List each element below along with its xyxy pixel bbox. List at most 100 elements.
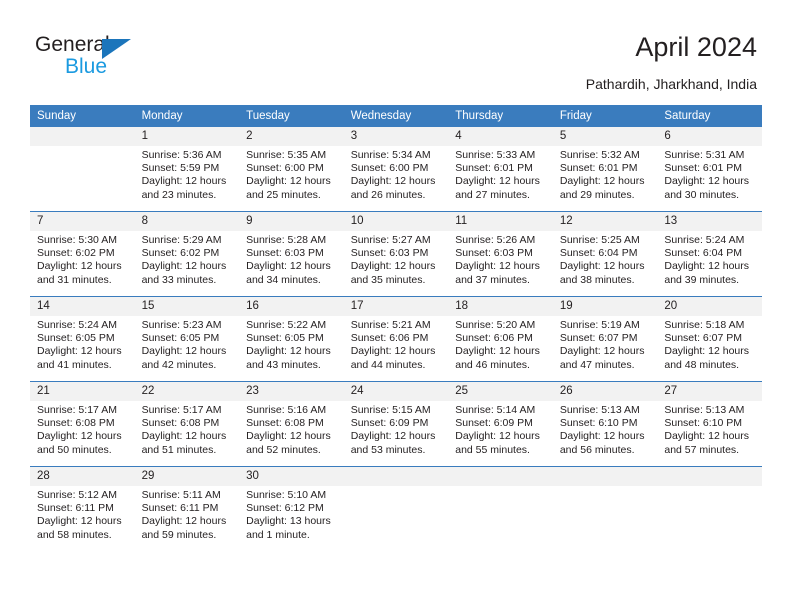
sunset-time: Sunset: 6:12 PM: [246, 502, 324, 515]
sunset-time: Sunset: 6:00 PM: [350, 162, 429, 175]
daylight-duration: Daylight: 12 hours and 48 minutes.: [664, 345, 750, 371]
page-subtitle-location: Pathardih, Jharkhand, India: [585, 76, 757, 92]
day-details: Sunrise: 5:35 AM Sunset: 6:00 PM Dayligh…: [239, 146, 344, 202]
sunrise-time: Sunrise: 5:11 AM: [141, 489, 221, 501]
day-details: Sunrise: 5:33 AM Sunset: 6:01 PM Dayligh…: [448, 146, 553, 202]
sunrise-time: Sunrise: 5:16 AM: [246, 404, 327, 416]
sunrise-time: Sunrise: 5:20 AM: [455, 319, 536, 331]
day-details: Sunrise: 5:11 AM Sunset: 6:11 PM Dayligh…: [135, 486, 240, 542]
daylight-duration: Daylight: 12 hours and 38 minutes.: [559, 260, 645, 286]
day-details: Sunrise: 5:36 AM Sunset: 5:59 PM Dayligh…: [135, 146, 240, 202]
sunset-time: Sunset: 6:01 PM: [664, 162, 743, 175]
day-details: Sunrise: 5:27 AM Sunset: 6:03 PM Dayligh…: [344, 231, 449, 287]
sunrise-time: Sunrise: 5:26 AM: [455, 234, 536, 246]
day-cell: 16 Sunrise: 5:22 AM Sunset: 6:05 PM Dayl…: [239, 296, 344, 382]
day-number: 26: [552, 382, 658, 401]
day-cell: 18 Sunrise: 5:20 AM Sunset: 6:06 PM Dayl…: [448, 296, 553, 382]
day-details: [344, 486, 449, 489]
day-cell: 15 Sunrise: 5:23 AM Sunset: 6:05 PM Dayl…: [134, 296, 240, 382]
day-details: Sunrise: 5:22 AM Sunset: 6:05 PM Dayligh…: [239, 316, 344, 372]
sunrise-time: Sunrise: 5:21 AM: [350, 319, 431, 331]
daylight-duration: Daylight: 12 hours and 56 minutes.: [559, 430, 645, 456]
sunset-time: Sunset: 6:06 PM: [455, 332, 533, 345]
sunrise-time: Sunrise: 5:29 AM: [141, 234, 222, 246]
sunrise-time: Sunrise: 5:32 AM: [559, 149, 640, 161]
day-number: 11: [448, 212, 553, 231]
day-details: Sunrise: 5:17 AM Sunset: 6:08 PM Dayligh…: [30, 401, 135, 457]
sunrise-time: Sunrise: 5:31 AM: [664, 149, 745, 161]
daylight-duration: Daylight: 12 hours and 46 minutes.: [455, 345, 540, 371]
day-number: 15: [134, 297, 240, 316]
sunrise-time: Sunrise: 5:12 AM: [37, 489, 117, 501]
day-number: 7: [30, 212, 135, 231]
sunset-time: Sunset: 6:08 PM: [246, 417, 324, 430]
day-number: 5: [552, 127, 658, 146]
daylight-duration: Daylight: 12 hours and 35 minutes.: [350, 260, 436, 286]
daylight-duration: Daylight: 12 hours and 55 minutes.: [455, 430, 540, 456]
day-number: 20: [657, 297, 762, 316]
sunrise-time: Sunrise: 5:24 AM: [664, 234, 745, 246]
day-cell: 11 Sunrise: 5:26 AM Sunset: 6:03 PM Dayl…: [448, 211, 553, 297]
sunrise-time: Sunrise: 5:34 AM: [350, 149, 431, 161]
day-cell: 2 Sunrise: 5:35 AM Sunset: 6:00 PM Dayli…: [239, 127, 344, 212]
daylight-duration: Daylight: 12 hours and 23 minutes.: [141, 175, 227, 201]
day-number: 4: [448, 127, 553, 146]
day-cell: 22 Sunrise: 5:17 AM Sunset: 6:08 PM Dayl…: [134, 381, 240, 467]
calendar-page: General Blue April 2024 Pathardih, Jhark…: [0, 0, 792, 612]
day-cell: 20 Sunrise: 5:18 AM Sunset: 6:07 PM Dayl…: [657, 296, 762, 382]
day-number: 23: [239, 382, 344, 401]
sunset-time: Sunset: 6:11 PM: [141, 502, 219, 515]
day-number: [657, 467, 762, 486]
day-number: 19: [552, 297, 658, 316]
logo-text-blue: Blue: [65, 55, 108, 78]
sunrise-time: Sunrise: 5:27 AM: [350, 234, 431, 246]
sunset-time: Sunset: 6:02 PM: [141, 247, 220, 260]
sunrise-time: Sunrise: 5:24 AM: [37, 319, 117, 331]
day-cell: 17 Sunrise: 5:21 AM Sunset: 6:06 PM Dayl…: [343, 296, 449, 382]
sunrise-time: Sunrise: 5:28 AM: [246, 234, 327, 246]
daylight-duration: Daylight: 13 hours and 1 minute.: [246, 515, 331, 541]
day-details: Sunrise: 5:12 AM Sunset: 6:11 PM Dayligh…: [30, 486, 135, 542]
day-details: Sunrise: 5:24 AM Sunset: 6:05 PM Dayligh…: [30, 316, 135, 372]
daylight-duration: Daylight: 12 hours and 37 minutes.: [455, 260, 540, 286]
calendar-week-row: 28 Sunrise: 5:12 AM Sunset: 6:11 PM Dayl…: [30, 466, 762, 551]
weekday-header-saturday: Saturday: [657, 105, 762, 127]
day-cell: 7 Sunrise: 5:30 AM Sunset: 6:02 PM Dayli…: [30, 211, 135, 297]
day-cell: 12 Sunrise: 5:25 AM Sunset: 6:04 PM Dayl…: [552, 211, 658, 297]
day-number: 29: [134, 467, 240, 486]
day-number: 6: [657, 127, 762, 146]
day-details: Sunrise: 5:29 AM Sunset: 6:02 PM Dayligh…: [135, 231, 240, 287]
sunset-time: Sunset: 6:07 PM: [664, 332, 743, 345]
sunrise-time: Sunrise: 5:13 AM: [559, 404, 640, 416]
sunset-time: Sunset: 6:01 PM: [455, 162, 533, 175]
day-details: [30, 146, 135, 149]
sunrise-time: Sunrise: 5:33 AM: [455, 149, 536, 161]
day-details: Sunrise: 5:24 AM Sunset: 6:04 PM Dayligh…: [657, 231, 762, 287]
sunset-time: Sunset: 6:05 PM: [141, 332, 220, 345]
day-number: [30, 127, 135, 146]
sunset-time: Sunset: 6:04 PM: [664, 247, 743, 260]
sunrise-time: Sunrise: 5:25 AM: [559, 234, 640, 246]
day-number: 3: [343, 127, 449, 146]
day-details: Sunrise: 5:32 AM Sunset: 6:01 PM Dayligh…: [553, 146, 658, 202]
daylight-duration: Daylight: 12 hours and 50 minutes.: [37, 430, 122, 456]
day-details: Sunrise: 5:20 AM Sunset: 6:06 PM Dayligh…: [448, 316, 553, 372]
day-cell: [343, 466, 449, 551]
calendar-body: 1 Sunrise: 5:36 AM Sunset: 5:59 PM Dayli…: [30, 127, 762, 551]
day-cell: [448, 466, 553, 551]
day-details: Sunrise: 5:15 AM Sunset: 6:09 PM Dayligh…: [344, 401, 449, 457]
calendar-week-row: 21 Sunrise: 5:17 AM Sunset: 6:08 PM Dayl…: [30, 381, 762, 467]
sunset-time: Sunset: 6:06 PM: [350, 332, 429, 345]
daylight-duration: Daylight: 12 hours and 47 minutes.: [559, 345, 645, 371]
general-blue-logo: General Blue: [35, 33, 165, 81]
sunset-time: Sunset: 6:00 PM: [246, 162, 324, 175]
day-number: 14: [30, 297, 135, 316]
day-details: Sunrise: 5:25 AM Sunset: 6:04 PM Dayligh…: [553, 231, 658, 287]
day-cell: 6 Sunrise: 5:31 AM Sunset: 6:01 PM Dayli…: [657, 127, 762, 212]
daylight-duration: Daylight: 12 hours and 30 minutes.: [664, 175, 750, 201]
day-number: 22: [134, 382, 240, 401]
day-cell: 9 Sunrise: 5:28 AM Sunset: 6:03 PM Dayli…: [239, 211, 344, 297]
day-cell: 14 Sunrise: 5:24 AM Sunset: 6:05 PM Dayl…: [30, 296, 135, 382]
daylight-duration: Daylight: 12 hours and 25 minutes.: [246, 175, 331, 201]
sunset-time: Sunset: 6:03 PM: [246, 247, 324, 260]
